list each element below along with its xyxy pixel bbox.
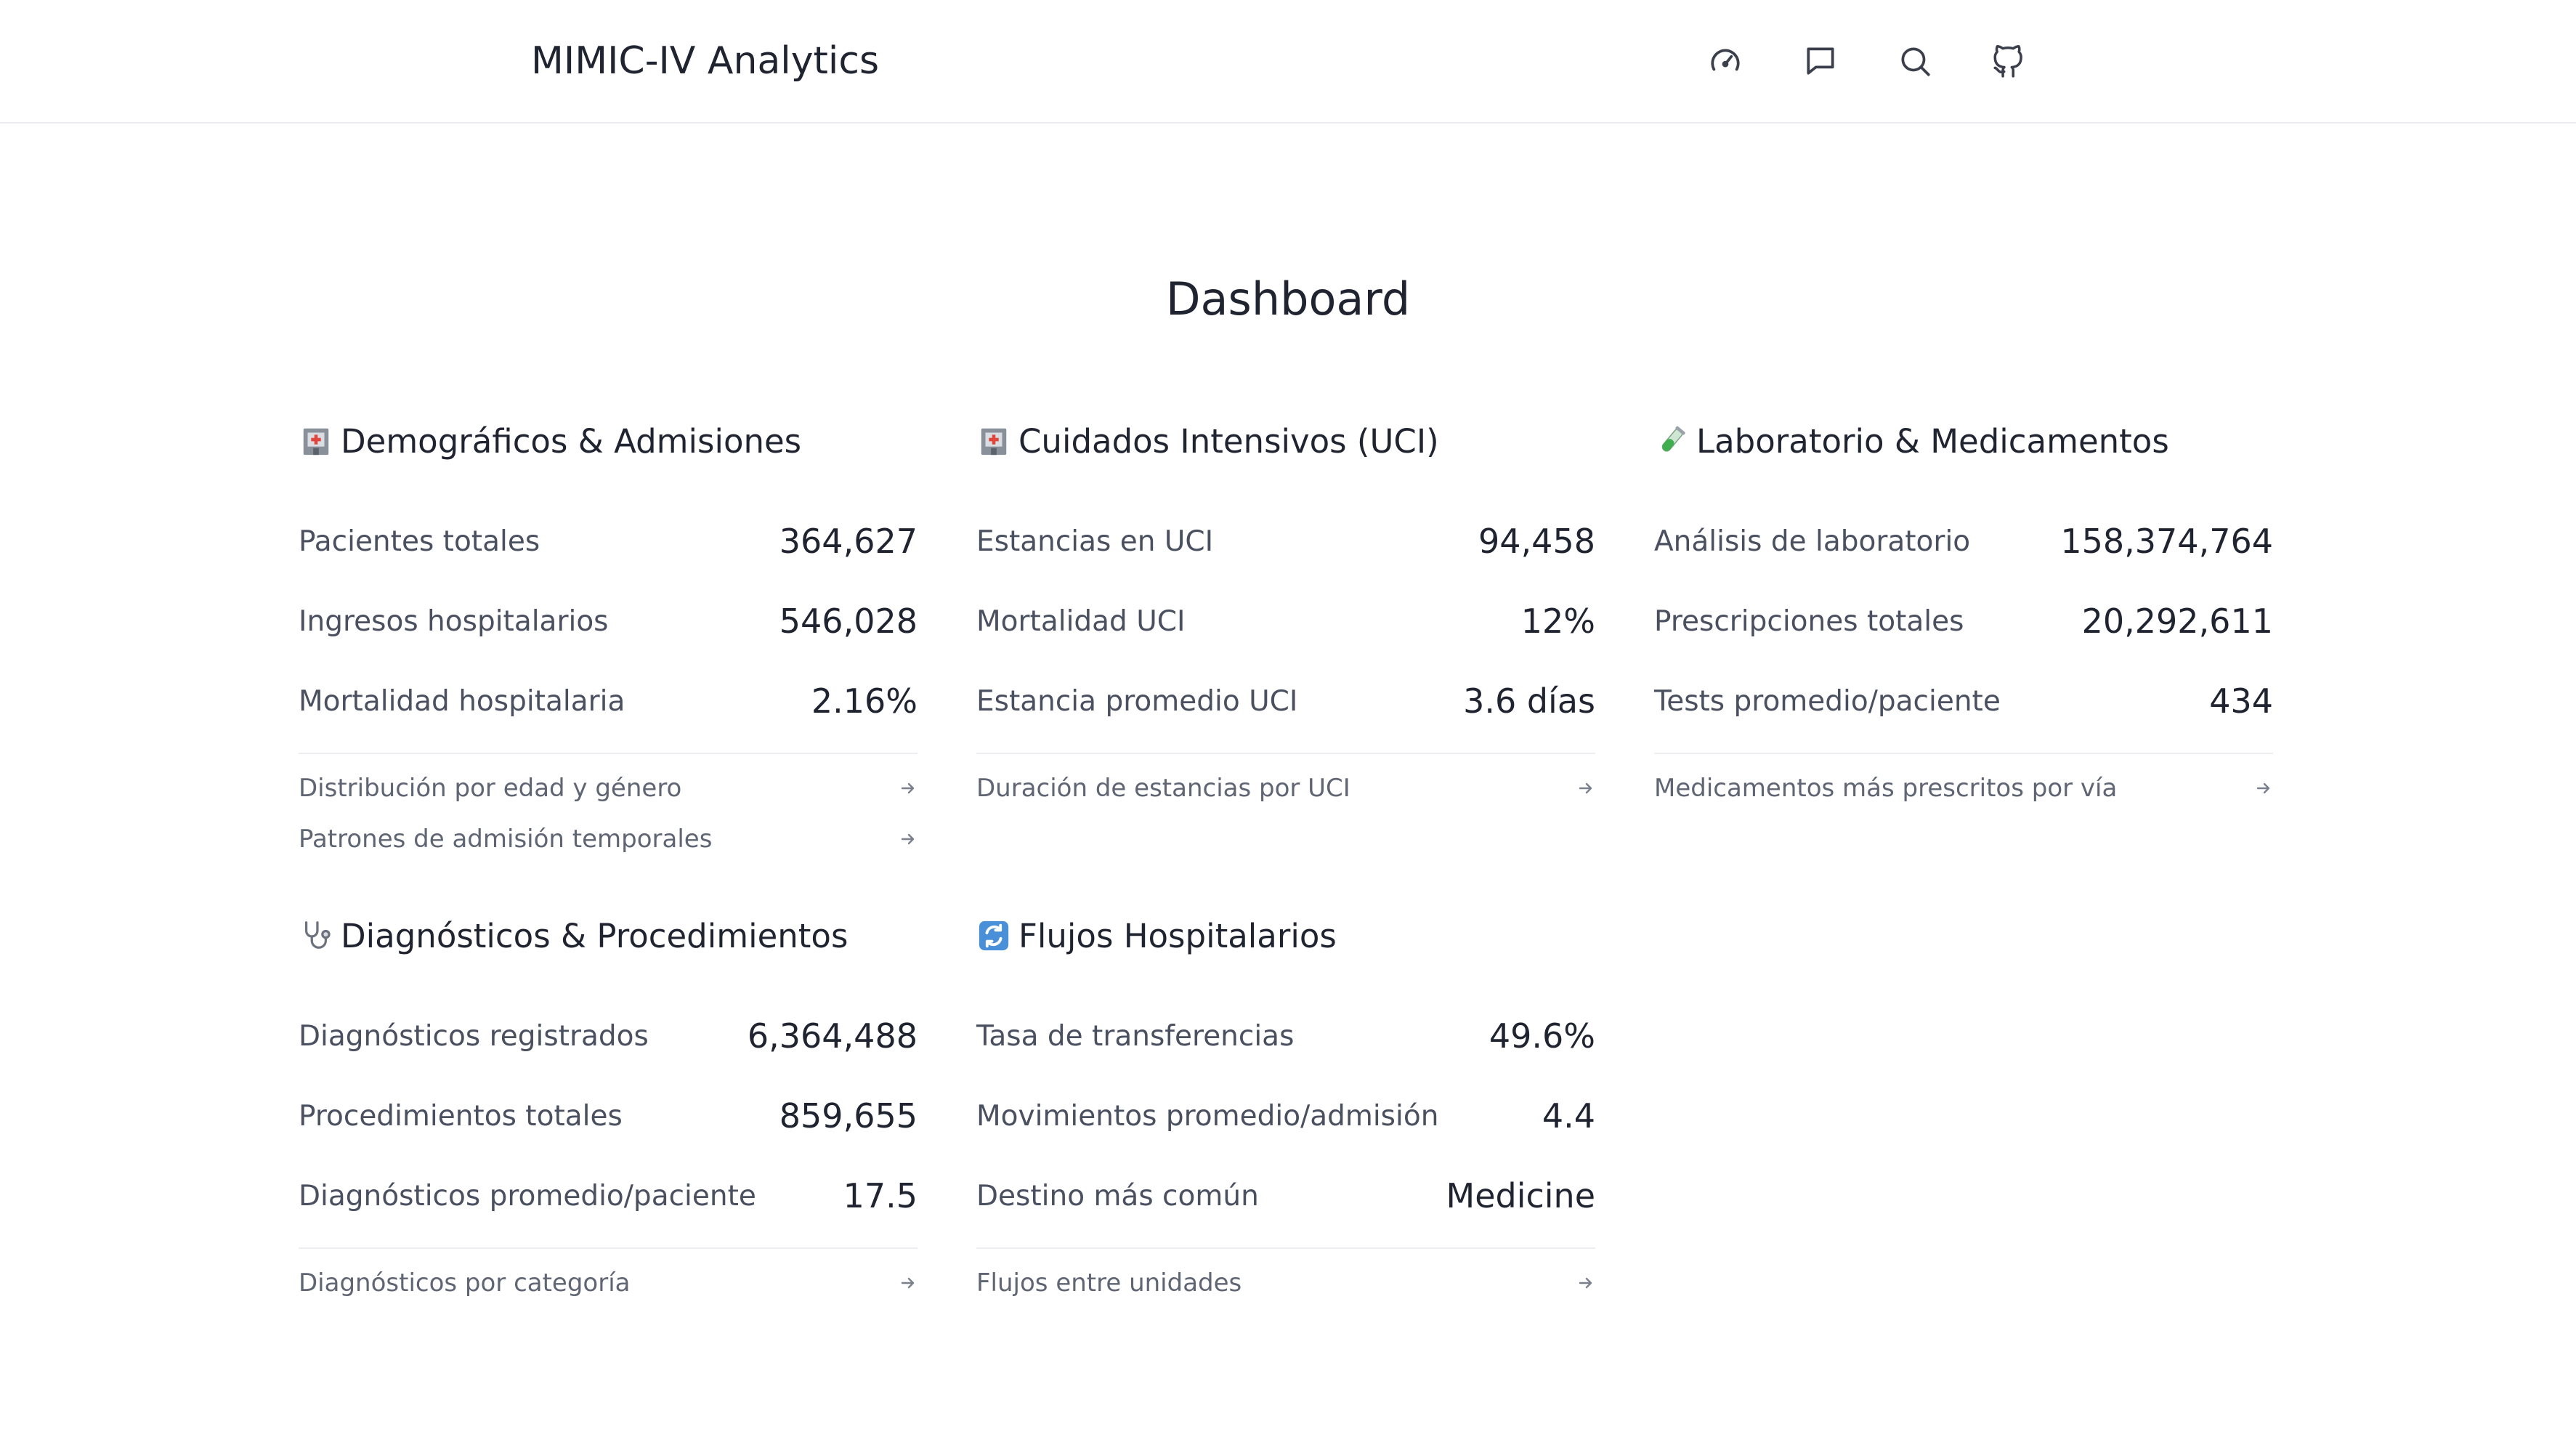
stat-row: Mortalidad hospitalaria 2.16% — [299, 661, 918, 741]
card-title-text: Diagnósticos & Procedimientos — [341, 916, 848, 955]
link-label: Diagnósticos por categoría — [299, 1268, 631, 1298]
card-uci: Cuidados Intensivos (UCI) Estancias en U… — [976, 416, 1595, 814]
arrow-right-icon — [2254, 779, 2273, 798]
hospital-icon — [299, 424, 333, 458]
card-links: Flujos entre unidades — [976, 1247, 1595, 1308]
arrow-right-icon — [1576, 1274, 1595, 1292]
arrow-right-icon — [899, 1274, 918, 1292]
refresh-arrows-icon — [976, 918, 1011, 953]
search-icon[interactable] — [1895, 41, 1935, 81]
link-label: Duración de estancias por UCI — [976, 774, 1350, 803]
link-diagnoses-by-category[interactable]: Diagnósticos por categoría — [299, 1258, 918, 1308]
test-tube-icon — [1654, 424, 1689, 458]
link-label: Distribución por edad y género — [299, 774, 682, 803]
stat-label: Diagnósticos registrados — [299, 1019, 649, 1053]
stat-value: 364,627 — [779, 522, 918, 561]
card-title: Laboratorio & Medicamentos — [1654, 416, 2273, 466]
card-title: Cuidados Intensivos (UCI) — [976, 416, 1595, 466]
stat-row: Procedimientos totales 859,655 — [299, 1076, 918, 1156]
link-admission-patterns[interactable]: Patrones de admisión temporales — [299, 814, 918, 865]
top-navbar: MIMIC-IV Analytics — [0, 0, 2576, 124]
app-title[interactable]: MIMIC-IV Analytics — [531, 38, 879, 84]
stat-row: Tests promedio/paciente 434 — [1654, 661, 2273, 741]
link-age-gender-distribution[interactable]: Distribución por edad y género — [299, 763, 918, 814]
link-label: Flujos entre unidades — [976, 1268, 1242, 1298]
link-top-medications-by-route[interactable]: Medicamentos más prescritos por vía — [1654, 763, 2273, 814]
stat-value: 20,292,611 — [2081, 602, 2273, 641]
stat-row: Prescripciones totales 20,292,611 — [1654, 581, 2273, 661]
stat-row: Análisis de laboratorio 158,374,764 — [1654, 501, 2273, 581]
stethoscope-icon — [299, 918, 333, 953]
arrow-right-icon — [1576, 779, 1595, 798]
card-title: Demográficos & Admisiones — [299, 416, 918, 466]
stat-label: Procedimientos totales — [299, 1099, 623, 1133]
card-links: Distribución por edad y género Patrones … — [299, 753, 918, 865]
card-title: Diagnósticos & Procedimientos — [299, 910, 918, 961]
card-title: Flujos Hospitalarios — [976, 910, 1595, 961]
stat-value: 6,364,488 — [747, 1016, 918, 1056]
card-laboratorio: Laboratorio & Medicamentos Análisis de l… — [1654, 416, 2273, 814]
stat-label: Movimientos promedio/admisión — [976, 1099, 1439, 1133]
card-flujos: Flujos Hospitalarios Tasa de transferenc… — [976, 910, 1595, 1308]
card-demograficos: Demográficos & Admisiones Pacientes tota… — [299, 416, 918, 865]
stat-label: Tasa de transferencias — [976, 1019, 1295, 1053]
card-title-text: Cuidados Intensivos (UCI) — [1018, 421, 1439, 461]
stat-value: 434 — [2209, 681, 2273, 721]
chat-icon[interactable] — [1800, 41, 1841, 81]
stat-row: Estancia promedio UCI 3.6 días — [976, 661, 1595, 741]
stat-row: Mortalidad UCI 12% — [976, 581, 1595, 661]
stat-value: 546,028 — [779, 602, 918, 641]
stat-row: Estancias en UCI 94,458 — [976, 501, 1595, 581]
link-icu-stay-duration[interactable]: Duración de estancias por UCI — [976, 763, 1595, 814]
stat-label: Análisis de laboratorio — [1654, 525, 1971, 558]
arrow-right-icon — [899, 830, 918, 849]
card-title-text: Laboratorio & Medicamentos — [1696, 421, 2169, 461]
stat-value: 94,458 — [1478, 522, 1595, 561]
stat-label: Diagnósticos promedio/paciente — [299, 1179, 756, 1213]
card-links: Medicamentos más prescritos por vía — [1654, 753, 2273, 814]
stat-row: Tasa de transferencias 49.6% — [976, 996, 1595, 1076]
stat-label: Destino más común — [976, 1179, 1259, 1213]
link-label: Medicamentos más prescritos por vía — [1654, 774, 2118, 803]
stat-label: Mortalidad UCI — [976, 604, 1186, 638]
card-diagnosticos: Diagnósticos & Procedimientos Diagnóstic… — [299, 910, 918, 1308]
stat-label: Pacientes totales — [299, 525, 540, 558]
stat-value: Medicine — [1446, 1176, 1596, 1215]
stat-value: 4.4 — [1542, 1096, 1595, 1136]
stat-label: Mortalidad hospitalaria — [299, 684, 625, 718]
stat-label: Tests promedio/paciente — [1654, 684, 2001, 718]
stat-label: Estancia promedio UCI — [976, 684, 1298, 718]
arrow-right-icon — [899, 779, 918, 798]
stat-row: Diagnósticos registrados 6,364,488 — [299, 996, 918, 1076]
card-title-text: Flujos Hospitalarios — [1018, 916, 1337, 955]
stat-row: Ingresos hospitalarios 546,028 — [299, 581, 918, 661]
stat-value: 17.5 — [843, 1176, 918, 1215]
stat-row: Pacientes totales 364,627 — [299, 501, 918, 581]
link-unit-flows[interactable]: Flujos entre unidades — [976, 1258, 1595, 1308]
stat-value: 3.6 días — [1463, 681, 1595, 721]
link-label: Patrones de admisión temporales — [299, 825, 713, 854]
stat-row: Movimientos promedio/admisión 4.4 — [976, 1076, 1595, 1156]
stat-label: Prescripciones totales — [1654, 604, 1964, 638]
stat-row: Diagnósticos promedio/paciente 17.5 — [299, 1156, 918, 1236]
page-title: Dashboard — [1165, 272, 1411, 325]
stat-value: 859,655 — [779, 1096, 918, 1136]
dashboard-gauge-icon[interactable] — [1705, 41, 1746, 81]
hospital-icon — [976, 424, 1011, 458]
card-links: Diagnósticos por categoría — [299, 1247, 918, 1308]
card-title-text: Demográficos & Admisiones — [341, 421, 802, 461]
stat-value: 158,374,764 — [2060, 522, 2273, 561]
github-icon[interactable] — [1988, 41, 2029, 81]
card-links: Duración de estancias por UCI — [976, 753, 1595, 814]
stat-value: 2.16% — [811, 681, 918, 721]
stat-row: Destino más común Medicine — [976, 1156, 1595, 1236]
stat-label: Estancias en UCI — [976, 525, 1214, 558]
stat-label: Ingresos hospitalarios — [299, 604, 609, 638]
stat-value: 49.6% — [1489, 1016, 1595, 1056]
stat-value: 12% — [1520, 602, 1595, 641]
